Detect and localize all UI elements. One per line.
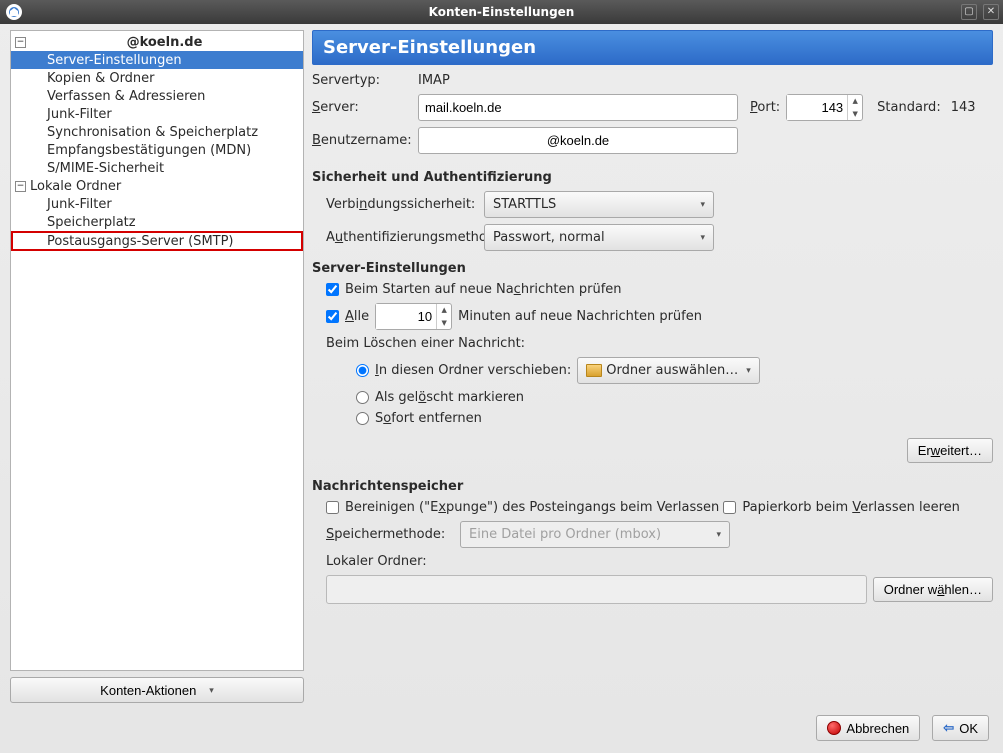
local-folder-input[interactable] bbox=[326, 575, 867, 604]
sidebar-item-smime[interactable]: S/MIME-Sicherheit bbox=[11, 159, 303, 177]
mark-deleted-radio[interactable]: Als gelöscht markieren bbox=[356, 390, 524, 405]
sidebar-item-compose[interactable]: Verfassen & Adressieren bbox=[11, 87, 303, 105]
move-to-folder-radio[interactable]: In diesen Ordner verschieben: bbox=[356, 363, 571, 378]
page-title: Server-Einstellungen bbox=[312, 30, 993, 65]
empty-trash-checkbox[interactable]: Papierkorb beim Verlassen leeren bbox=[723, 500, 959, 515]
server-input[interactable] bbox=[418, 94, 738, 121]
close-button[interactable]: ✕ bbox=[983, 4, 999, 20]
advanced-button[interactable]: Erweitert… bbox=[907, 438, 993, 463]
check-interval-checkbox[interactable]: Alle bbox=[326, 309, 369, 324]
standard-label: Standard: bbox=[877, 100, 941, 115]
folder-select[interactable]: Ordner auswählen… bbox=[577, 357, 760, 384]
interval-up-icon[interactable]: ▲ bbox=[437, 304, 451, 317]
standard-value: 143 bbox=[951, 100, 976, 115]
account-node[interactable]: − @koeln.de bbox=[11, 33, 303, 51]
maximize-button[interactable]: ▢ bbox=[961, 4, 977, 20]
servertype-label: Servertyp: bbox=[312, 73, 412, 88]
connection-security-label: Verbindungssicherheit: bbox=[326, 197, 476, 212]
check-on-start-checkbox[interactable]: Beim Starten auf neue Nachrichten prüfen bbox=[326, 282, 622, 297]
port-input[interactable] bbox=[787, 95, 848, 120]
on-delete-label: Beim Löschen einer Nachricht: bbox=[326, 336, 525, 351]
sidebar: − @koeln.de Server-Einstellungen Kopien … bbox=[10, 30, 304, 703]
minutes-label: Minuten auf neue Nachrichten prüfen bbox=[458, 309, 702, 324]
port-spinner[interactable]: ▲▼ bbox=[786, 94, 863, 121]
ok-button[interactable]: ⇦ OK bbox=[932, 715, 989, 741]
folder-icon bbox=[586, 364, 602, 377]
sidebar-item-mdn[interactable]: Empfangsbestätigungen (MDN) bbox=[11, 141, 303, 159]
interval-down-icon[interactable]: ▼ bbox=[437, 317, 451, 330]
collapse-icon[interactable]: − bbox=[15, 37, 26, 48]
auth-method-select[interactable]: Passwort, normal bbox=[484, 224, 714, 251]
sidebar-item-local-junk[interactable]: Junk-Filter bbox=[11, 195, 303, 213]
interval-input[interactable] bbox=[376, 304, 437, 329]
port-up-icon[interactable]: ▲ bbox=[848, 95, 862, 108]
auth-method-label: Authentifizierungsmethode: bbox=[326, 230, 476, 245]
sidebar-item-junk[interactable]: Junk-Filter bbox=[11, 105, 303, 123]
account-actions-button[interactable]: Konten-Aktionen bbox=[10, 677, 304, 703]
sidebar-item-sync[interactable]: Synchronisation & Speicherplatz bbox=[11, 123, 303, 141]
cancel-icon bbox=[827, 721, 841, 735]
username-label: Benutzername: bbox=[312, 133, 412, 148]
store-method-select: Eine Datei pro Ordner (mbox) bbox=[460, 521, 730, 548]
port-down-icon[interactable]: ▼ bbox=[848, 108, 862, 121]
store-method-label: Speichermethode: bbox=[326, 527, 454, 542]
server-label: Server: bbox=[312, 100, 412, 115]
collapse-icon[interactable]: − bbox=[15, 181, 26, 192]
sidebar-item-local-disk[interactable]: Speicherplatz bbox=[11, 213, 303, 231]
window-title: Konten-Einstellungen bbox=[0, 5, 1003, 19]
sidebar-item-server-settings[interactable]: Server-Einstellungen bbox=[11, 51, 303, 69]
account-settings-window: Konten-Einstellungen ▢ ✕ − @koeln.de Ser… bbox=[0, 0, 1003, 753]
remove-immediately-radio[interactable]: Sofort entfernen bbox=[356, 411, 482, 426]
main-panel: Server-Einstellungen Servertyp: IMAP Ser… bbox=[312, 30, 993, 703]
ok-icon: ⇦ bbox=[943, 720, 954, 736]
storage-section-title: Nachrichtenspeicher bbox=[312, 479, 993, 494]
security-section-title: Sicherheit und Authentifizierung bbox=[312, 170, 993, 185]
cancel-button[interactable]: Abbrechen bbox=[816, 715, 920, 741]
username-input[interactable] bbox=[418, 127, 738, 154]
sidebar-item-copies[interactable]: Kopien & Ordner bbox=[11, 69, 303, 87]
connection-security-select[interactable]: STARTTLS bbox=[484, 191, 714, 218]
expunge-checkbox[interactable]: Bereinigen ("Expunge") des Posteingangs … bbox=[326, 500, 719, 515]
port-label: Port: bbox=[750, 100, 780, 115]
sidebar-item-smtp[interactable]: Postausgangs-Server (SMTP) bbox=[11, 231, 303, 251]
local-folder-label: Lokaler Ordner: bbox=[326, 554, 427, 569]
servertype-value: IMAP bbox=[418, 73, 450, 88]
choose-folder-button[interactable]: Ordner wählen… bbox=[873, 577, 993, 602]
interval-spinner[interactable]: ▲▼ bbox=[375, 303, 452, 330]
dialog-footer: Abbrechen ⇦ OK bbox=[0, 703, 1003, 753]
server-settings-section-title: Server-Einstellungen bbox=[312, 261, 993, 276]
account-tree[interactable]: − @koeln.de Server-Einstellungen Kopien … bbox=[10, 30, 304, 671]
titlebar: Konten-Einstellungen ▢ ✕ bbox=[0, 0, 1003, 24]
local-folders-node[interactable]: − Lokale Ordner bbox=[11, 177, 303, 195]
